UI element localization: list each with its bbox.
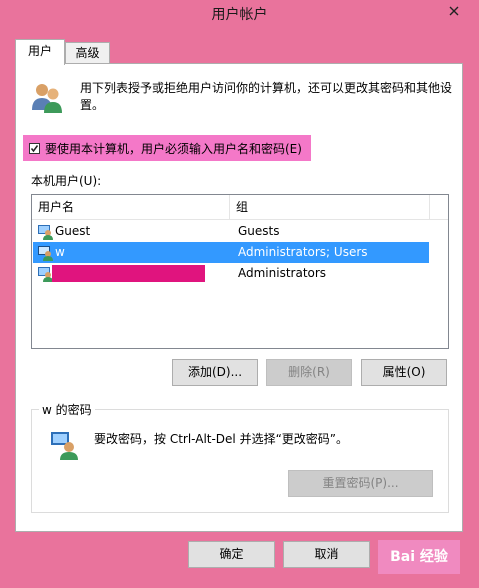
user-group: Administrators; Users [238, 245, 368, 259]
info-text: 用下列表授予或拒绝用户访问你的计算机，还可以更改其密码和其他设置。 [80, 81, 453, 112]
user-group: Guests [238, 224, 280, 238]
user-group: Administrators [238, 266, 327, 280]
list-header: 用户名 组 [32, 195, 448, 220]
user-name: w [55, 245, 65, 259]
properties-button[interactable]: 属性(O) [361, 359, 447, 386]
require-login-checkbox[interactable] [29, 142, 40, 154]
password-group [31, 409, 449, 513]
local-users-label: 本机用户(U): [31, 174, 102, 188]
require-login-label: 要使用本计算机，用户必须输入用户名和密码(E) [45, 141, 302, 156]
table-row[interactable]: Guest Guests [33, 221, 429, 242]
title-bar: 用户帐户 [0, 0, 479, 30]
user-name: Guest [55, 224, 91, 238]
password-group-title: w 的密码 [39, 401, 95, 418]
redacted-username [52, 265, 205, 282]
cancel-button[interactable]: 取消 [283, 541, 370, 568]
window-title: 用户帐户 [211, 7, 268, 23]
require-login-row[interactable]: 要使用本计算机，用户必须输入用户名和密码(E) [23, 135, 311, 161]
table-row[interactable]: Administrators [33, 263, 429, 284]
password-user-icon [51, 432, 78, 460]
column-header-username[interactable]: 用户名 [32, 195, 230, 219]
checkmark-icon [30, 144, 39, 152]
add-user-button[interactable]: 添加(D)... [172, 359, 258, 386]
close-button[interactable] [436, 0, 472, 22]
user-icon [38, 225, 53, 240]
user-icon [38, 246, 53, 261]
tab-users[interactable]: 用户 [15, 39, 65, 65]
column-header-group[interactable]: 组 [230, 195, 430, 219]
user-icon [38, 267, 53, 282]
remove-user-button[interactable]: 删除(R) [266, 359, 352, 386]
ok-button[interactable]: 确定 [188, 541, 275, 568]
tab-advanced[interactable]: 高级 [65, 42, 110, 63]
password-instructions: 要改密码，按 Ctrl-Alt-Del 并选择“更改密码”。 [94, 432, 349, 446]
users-list[interactable]: 用户名 组 Guest Guests w Administrators; Use… [31, 194, 449, 349]
table-row[interactable]: w Administrators; Users [33, 242, 429, 263]
tab-panel-users: 用下列表授予或拒绝用户访问你的计算机，还可以更改其密码和其他设置。 要使用本计算… [15, 63, 463, 532]
close-icon [449, 6, 459, 16]
reset-password-button[interactable]: 重置密码(P)... [288, 470, 433, 497]
watermark-logo: Bai 经验 [378, 540, 460, 574]
users-icon [32, 84, 62, 113]
